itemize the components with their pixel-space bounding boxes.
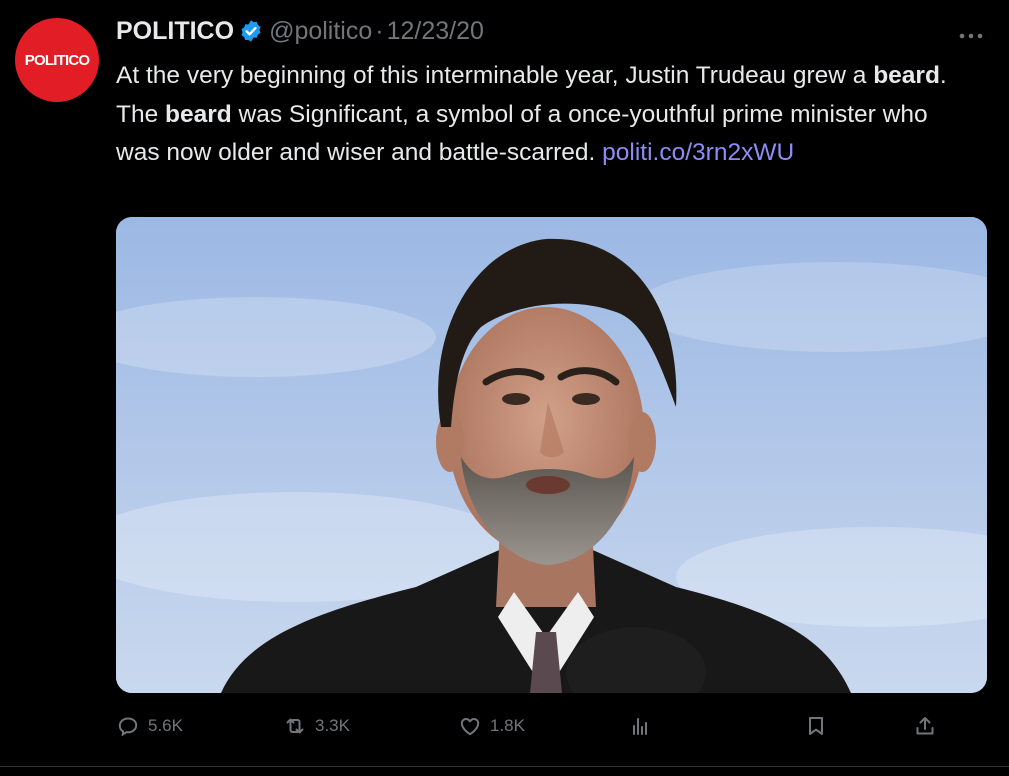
like-button[interactable]: 1.8K — [458, 706, 525, 746]
retweet-button[interactable]: 3.3K — [283, 706, 350, 746]
bookmark-button[interactable] — [804, 706, 836, 746]
heart-icon — [460, 718, 480, 736]
retweet-count: 3.3K — [315, 716, 350, 735]
tweet-text-bold: beard — [165, 100, 232, 128]
divider — [0, 766, 1009, 767]
separator-dot: · — [375, 16, 384, 45]
user-handle[interactable]: @politico — [269, 17, 372, 46]
share-icon — [916, 717, 934, 735]
share-button[interactable] — [913, 706, 945, 746]
tweet-text-part: was Significant, a symbol of a once-yout… — [116, 100, 928, 167]
tweet-text: At the very beginning of this interminab… — [116, 57, 976, 173]
analytics-icon — [633, 718, 647, 735]
avatar[interactable]: POLITICO — [15, 18, 99, 102]
tweet: POLITICO POLITICO @politico · 12/23/20 A… — [0, 0, 1009, 776]
reply-button[interactable]: 5.6K — [116, 706, 183, 746]
more-dots-icon[interactable] — [958, 27, 984, 39]
retweet-icon — [286, 718, 304, 734]
action-bar: 5.6K 3.3K 1.8K — [116, 706, 946, 746]
tweet-date[interactable]: 12/23/20 — [387, 17, 484, 46]
like-count: 1.8K — [490, 716, 525, 735]
reply-count: 5.6K — [148, 716, 183, 735]
display-name[interactable]: POLITICO — [116, 17, 234, 46]
views-button[interactable] — [628, 706, 660, 746]
tweet-text-bold: beard — [873, 62, 940, 89]
avatar-logo-text: POLITICO — [24, 51, 90, 69]
reply-icon — [118, 717, 138, 737]
tweet-link[interactable]: politi.co/​3rn2xWU — [602, 139, 794, 166]
tweet-header: POLITICO @politico · 12/23/20 — [116, 14, 484, 48]
photo-illustration — [116, 217, 987, 693]
verified-badge-icon — [239, 19, 263, 43]
tweet-text-part: At the very beginning of this interminab… — [116, 62, 874, 89]
tweet-photo[interactable] — [116, 217, 987, 693]
bookmark-icon — [809, 717, 823, 735]
